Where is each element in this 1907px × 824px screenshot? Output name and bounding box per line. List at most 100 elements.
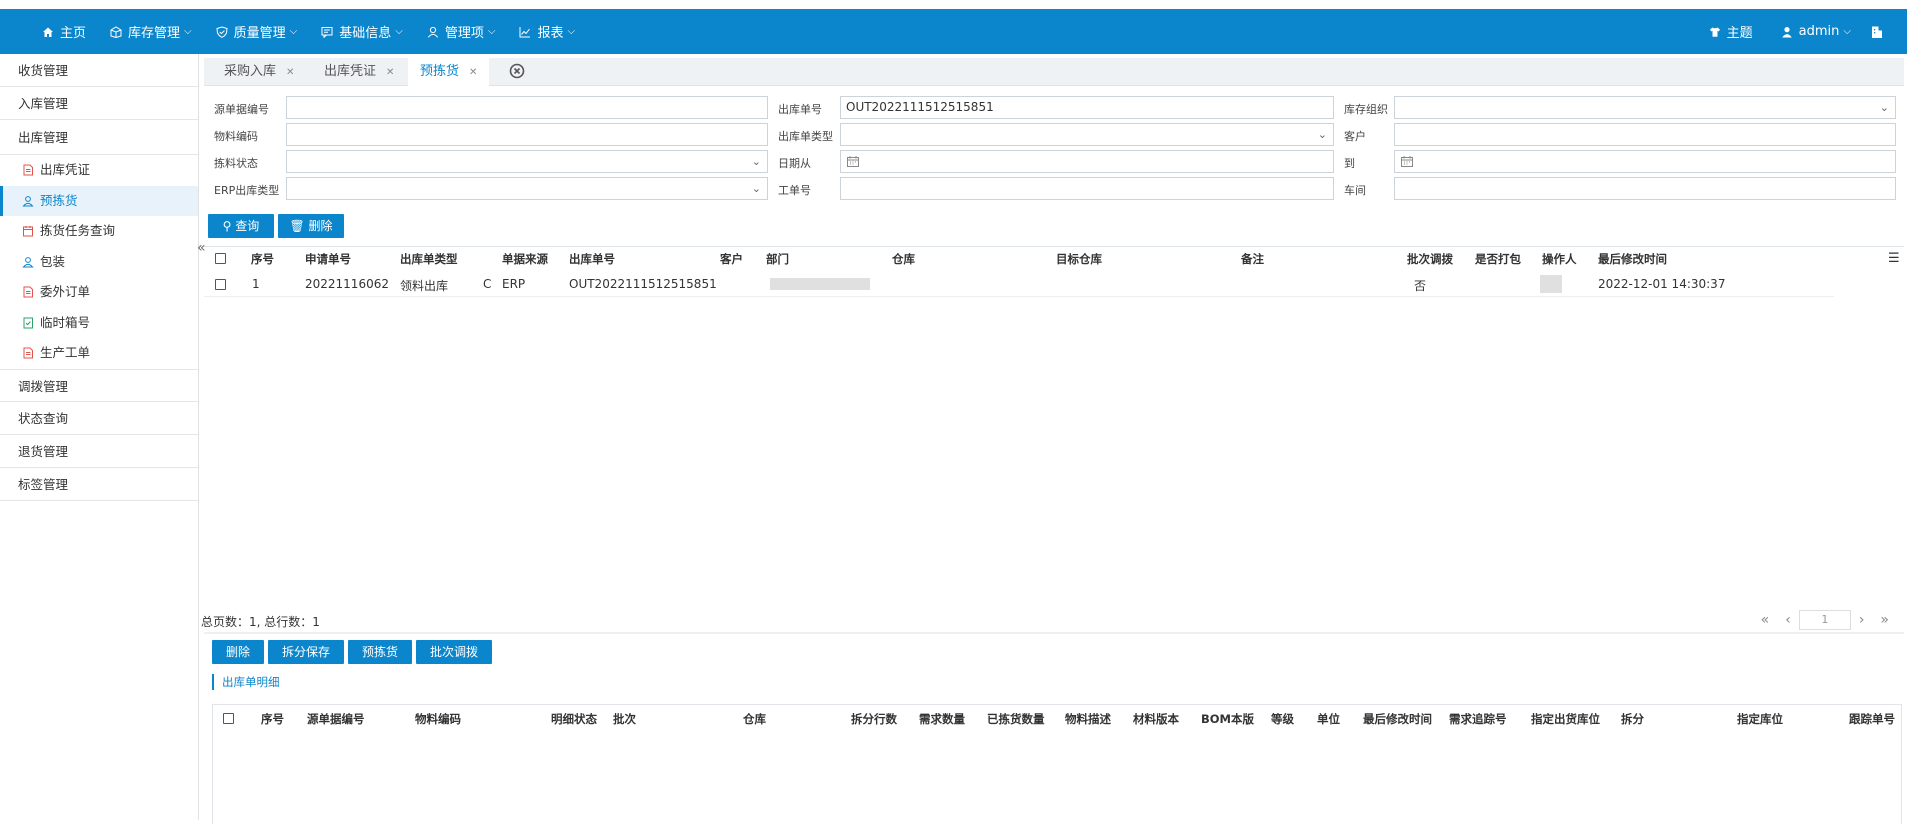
column-menu-icon[interactable]: ☰	[1888, 251, 1900, 266]
pick-status-select[interactable]: ⌄	[286, 150, 768, 173]
sidebar-group-transfer[interactable]: 调拨管理	[0, 368, 198, 402]
users-icon	[22, 256, 34, 268]
tab-out-voucher[interactable]: 出库凭证 ✕	[324, 58, 394, 86]
col-apply-no[interactable]: 申请单号	[305, 251, 351, 267]
erp-type-select[interactable]: ⌄	[286, 177, 768, 200]
dcol-grade[interactable]: 等级	[1271, 711, 1294, 727]
dcol-material[interactable]: 物料编码	[415, 711, 461, 727]
nav-report[interactable]: 报表 ⌵	[507, 9, 587, 54]
detail-delete-button[interactable]: 删除	[212, 640, 264, 664]
customer-input[interactable]	[1394, 123, 1896, 146]
dcol-ship-location[interactable]: 指定出货库位	[1531, 711, 1600, 727]
col-source[interactable]: 单据来源	[502, 251, 548, 267]
chevron-down-icon: ⌵	[487, 26, 496, 37]
dcol-modified[interactable]: 最后修改时间	[1363, 711, 1432, 727]
work-order-input[interactable]	[840, 177, 1334, 200]
tab-pre-pick[interactable]: 预拣货 ✕	[408, 58, 490, 86]
home-icon	[43, 27, 53, 37]
date-to-input[interactable]	[1394, 150, 1896, 173]
select-all-checkbox[interactable]	[215, 253, 226, 264]
out-type-select[interactable]: ⌄	[840, 123, 1334, 146]
col-modified[interactable]: 最后修改时间	[1598, 251, 1667, 267]
sidebar-item-production-order[interactable]: 生产工单	[0, 338, 198, 369]
dcol-unit[interactable]: 单位	[1317, 711, 1340, 727]
dcol-status[interactable]: 明细状态	[551, 711, 597, 727]
sidebar-item-packing[interactable]: 包装	[0, 247, 198, 278]
workshop-input[interactable]	[1394, 177, 1896, 200]
nav-management[interactable]: 管理项 ⌵	[415, 9, 508, 54]
cell-out-no: OUT2022111512515851	[569, 277, 717, 291]
org-select[interactable]: ⌄	[1394, 96, 1896, 119]
chevron-down-icon: ⌄	[751, 155, 761, 168]
col-warehouse[interactable]: 仓库	[892, 251, 915, 267]
col-customer[interactable]: 客户	[720, 251, 743, 267]
sidebar-group-outbound[interactable]: 出库管理	[0, 120, 198, 155]
col-out-no[interactable]: 出库单号	[569, 251, 615, 267]
nav-quality[interactable]: 质量管理 ⌵	[204, 9, 310, 54]
close-icon[interactable]: ✕	[286, 67, 294, 78]
sidebar-group-returns[interactable]: 退货管理	[0, 435, 198, 468]
nav-home[interactable]: 主页	[30, 9, 98, 54]
col-target-warehouse[interactable]: 目标仓库	[1056, 251, 1102, 267]
chevron-down-icon: ⌄	[751, 182, 761, 195]
sidebar-group-labels[interactable]: 标签管理	[0, 468, 198, 501]
dcol-split[interactable]: 拆分	[1621, 711, 1644, 727]
sidebar-item-out-voucher[interactable]: 出库凭证	[0, 155, 198, 186]
col-department[interactable]: 部门	[766, 251, 789, 267]
sidebar-group-receiving[interactable]: 收货管理	[0, 54, 198, 87]
dcol-warehouse[interactable]: 仓库	[743, 711, 766, 727]
sidebar-item-outsource-order[interactable]: 委外订单	[0, 277, 198, 308]
col-batch-transfer[interactable]: 批次调拨	[1407, 251, 1453, 267]
close-icon[interactable]: ✕	[386, 67, 394, 78]
trash-icon: 🗑	[289, 219, 305, 233]
query-button[interactable]: ⚲ 查询	[208, 214, 274, 238]
sidebar-group-status-query[interactable]: 状态查询	[0, 402, 198, 435]
building-button[interactable]	[1865, 9, 1889, 54]
sidebar-item-temp-box[interactable]: 临时箱号	[0, 308, 198, 339]
close-icon[interactable]: ✕	[469, 67, 477, 78]
col-seq[interactable]: 序号	[251, 251, 274, 267]
col-out-type[interactable]: 出库单类型	[400, 251, 458, 267]
last-page-icon[interactable]: »	[1880, 612, 1889, 628]
dcol-material-version[interactable]: 材料版本	[1133, 711, 1179, 727]
col-operator[interactable]: 操作人	[1542, 251, 1577, 267]
dcol-seq[interactable]: 序号	[261, 711, 284, 727]
sidebar-item-pick-task-query[interactable]: 拣货任务查询	[0, 216, 198, 247]
dcol-demand-qty[interactable]: 需求数量	[919, 711, 965, 727]
dcol-trace-no[interactable]: 需求追踪号	[1449, 711, 1507, 727]
dcol-bom-version[interactable]: BOM本版	[1201, 711, 1254, 727]
delete-button[interactable]: 🗑 删除	[278, 214, 344, 238]
dcol-split-rows[interactable]: 拆分行数	[851, 711, 897, 727]
out-no-input[interactable]: OUT2022111512515851	[840, 96, 1334, 119]
prev-page-icon[interactable]: ‹	[1785, 612, 1791, 628]
batch-transfer-button[interactable]: 批次调拨	[416, 640, 492, 664]
dcol-location[interactable]: 指定库位	[1737, 711, 1783, 727]
tab-purchase-inbound[interactable]: 采购入库 ✕	[224, 58, 294, 86]
page-number-input[interactable]: 1	[1798, 610, 1851, 630]
tab-label: 出库凭证	[324, 64, 377, 79]
theme-button[interactable]: 主题	[1695, 9, 1767, 54]
row-checkbox[interactable]	[215, 279, 226, 290]
date-from-input[interactable]	[840, 150, 1334, 173]
sidebar-group-inbound[interactable]: 入库管理	[0, 87, 198, 120]
dcol-picked-qty[interactable]: 已拣货数量	[987, 711, 1045, 727]
col-remark[interactable]: 备注	[1241, 251, 1264, 267]
dcol-source-no[interactable]: 源单据编号	[307, 711, 365, 727]
split-save-button[interactable]: 拆分保存	[268, 640, 344, 664]
material-input[interactable]	[286, 123, 768, 146]
col-packed[interactable]: 是否打包	[1475, 251, 1521, 267]
nav-inventory[interactable]: 库存管理 ⌵	[98, 9, 204, 54]
nav-basic-info[interactable]: 基础信息 ⌵	[309, 9, 415, 54]
close-all-icon[interactable]	[509, 63, 525, 79]
next-page-icon[interactable]: ›	[1859, 612, 1865, 628]
pre-pick-button[interactable]: 预拣货	[348, 640, 412, 664]
sidebar-item-pre-pick[interactable]: 预拣货	[0, 185, 198, 216]
user-menu[interactable]: admin ⌵	[1767, 9, 1865, 54]
detail-select-all-checkbox[interactable]	[223, 713, 234, 724]
dcol-tracking-no[interactable]: 跟踪单号	[1849, 711, 1895, 727]
dcol-batch[interactable]: 批次	[613, 711, 636, 727]
source-no-input[interactable]	[286, 96, 768, 119]
dcol-material-desc[interactable]: 物料描述	[1065, 711, 1111, 727]
first-page-icon[interactable]: «	[1761, 612, 1770, 628]
table-row[interactable]: 1 20221116062 领料出库 C ERP OUT202211151251…	[204, 273, 1834, 297]
